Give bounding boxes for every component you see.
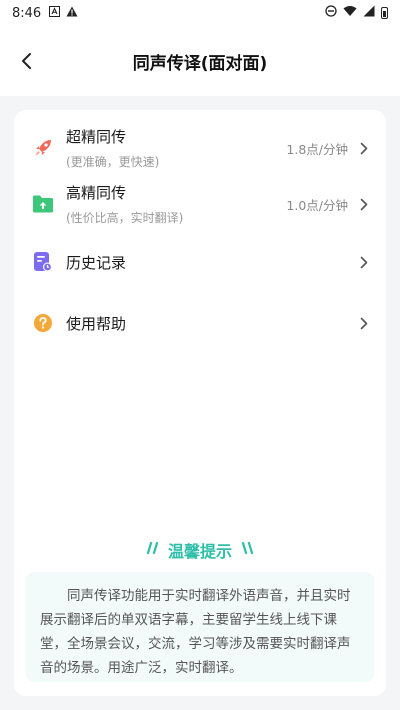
menu-item-premium-interpretation[interactable]: 超精同传 (更准确，更快速) 1.8点/分钟 bbox=[14, 118, 386, 178]
menu-item-subtitle: (性价比高，实时翻译) bbox=[66, 211, 184, 225]
menu-item-label: 超精同传 bbox=[66, 128, 127, 146]
menu-item-subtitle: (更准确，更快速) bbox=[66, 155, 160, 169]
chevron-right-icon bbox=[358, 141, 370, 155]
status-bar: 8:46 bbox=[0, 0, 400, 26]
folder-upload-icon bbox=[32, 193, 54, 215]
back-button[interactable] bbox=[14, 48, 40, 74]
dnd-icon bbox=[325, 5, 337, 21]
battery-icon bbox=[381, 7, 388, 19]
page-title: 同声传译(面对面) bbox=[132, 53, 268, 74]
chevron-left-icon bbox=[22, 53, 31, 69]
content-card: 超精同传 (更准确，更快速) 1.8点/分钟 高精同传 (性价比高，实时翻译) … bbox=[14, 110, 386, 696]
warning-icon bbox=[66, 6, 78, 20]
tips-header: 温馨提示 bbox=[14, 538, 386, 562]
status-time: 8:46 bbox=[12, 5, 42, 21]
menu-item-label: 使用帮助 bbox=[66, 314, 127, 333]
tips-right-decoration bbox=[240, 541, 256, 558]
chevron-right-icon bbox=[358, 316, 370, 330]
app-bar: 同声传译(面对面) bbox=[0, 26, 400, 96]
price-label: 1.0点/分钟 bbox=[286, 197, 348, 213]
history-icon bbox=[32, 251, 54, 273]
menu-item-label: 历史记录 bbox=[66, 253, 127, 272]
menu-item-label: 高精同传 bbox=[66, 184, 127, 202]
price-label: 1.8点/分钟 bbox=[286, 141, 348, 157]
tips-title: 温馨提示 bbox=[167, 542, 232, 561]
tips-text: 同声传译功能用于实时翻译外语声音，并且实时展示翻译后的单双语字幕，主要留学生线上… bbox=[26, 572, 374, 682]
wifi-icon bbox=[343, 5, 357, 21]
rocket-icon bbox=[32, 137, 54, 159]
menu-item-standard-interpretation[interactable]: 高精同传 (性价比高，实时翻译) 1.0点/分钟 bbox=[14, 174, 386, 234]
help-icon bbox=[32, 312, 54, 334]
notification-a-icon bbox=[49, 6, 61, 20]
tips-left-decoration bbox=[144, 541, 160, 558]
menu-item-help[interactable]: 使用帮助 bbox=[14, 297, 386, 349]
signal-icon bbox=[363, 5, 375, 21]
chevron-right-icon bbox=[358, 197, 370, 211]
chevron-right-icon bbox=[358, 255, 370, 269]
menu-item-history[interactable]: 历史记录 bbox=[14, 236, 386, 288]
